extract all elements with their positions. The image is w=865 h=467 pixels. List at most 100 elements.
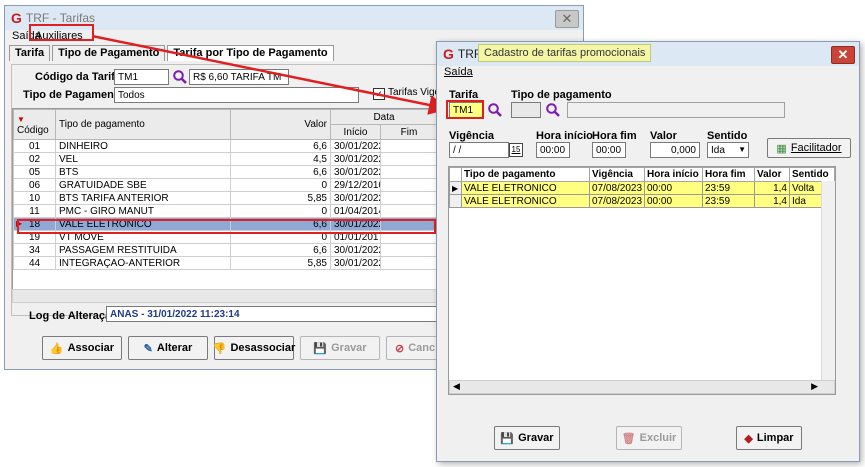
hora-inicio-label: Hora início [536, 130, 593, 142]
cell-fim [380, 204, 438, 218]
cell-fim [380, 191, 438, 205]
cell-vigencia: 07/08/2023 [589, 181, 645, 195]
cell-codigo: 11 [13, 204, 56, 218]
cell-inicio: 30/01/2022 [330, 165, 381, 179]
col-data: Data [330, 109, 438, 125]
cell-tipo: GRATUIDADE SBE [55, 178, 231, 192]
table-row[interactable]: 01 DINHEIRO 6,6 30/01/2022 [13, 139, 438, 153]
col-hora-inicio[interactable]: Hora início [644, 167, 703, 182]
row-indicator: ▶ [449, 181, 462, 195]
cell-tipo: VALE ELETRONICO [461, 181, 590, 195]
cell-tipo: INTEGRAÇAO-ANTERIOR [55, 256, 231, 270]
table-row[interactable]: 44 INTEGRAÇAO-ANTERIOR 5,85 30/01/2022 [13, 256, 438, 270]
cell-fim [380, 165, 438, 179]
gravar-button[interactable]: 💾 Gravar [494, 426, 560, 450]
tipo-pagamento-desc [567, 102, 785, 118]
cell-fim [380, 152, 438, 166]
close-button[interactable]: ✕ [555, 10, 579, 28]
table-row[interactable]: ▶ VALE ELETRONICO 07/08/2023 00:00 23:59 1,4 V… [449, 181, 835, 195]
cell-inicio: 30/01/2022 [330, 256, 381, 270]
search-icon[interactable] [545, 102, 561, 118]
tab-tipo-pagamento[interactable]: Tipo de Pagamento [52, 45, 166, 61]
sentido-label: Sentido [707, 130, 748, 142]
vigencia-input[interactable]: / / [449, 142, 509, 158]
tab-tarifa-por-tipo[interactable]: Tarifa por Tipo de Pagamento [167, 45, 334, 61]
vigentes-checkbox[interactable]: ✓ [373, 88, 385, 100]
window-title: TRF - Tarifas [25, 11, 96, 25]
annotation-box-auxiliares [29, 24, 94, 41]
codigo-tarifa-input[interactable]: TM1 [114, 69, 169, 85]
chevron-right-icon[interactable]: ▶ [811, 381, 818, 392]
col-valor[interactable]: Valor [230, 109, 331, 140]
table-row[interactable]: 06 GRATUIDADE SBE 0 29/12/2010 [13, 178, 438, 192]
col-inicio[interactable]: Início [330, 124, 381, 140]
col-codigo[interactable]: ▼ Código [13, 109, 56, 140]
menu-bar: Saída [437, 66, 859, 80]
thumbs-down-icon: 👎 [212, 342, 227, 355]
col-hora-fim[interactable]: Hora fim [702, 167, 755, 182]
calendar-icon: ▦ [776, 142, 787, 155]
gravar-button-back[interactable]: 💾 Gravar [300, 336, 380, 360]
cell-fim [380, 243, 438, 257]
hora-fim-input[interactable]: 00:00 [592, 142, 626, 158]
limpar-button[interactable]: ◆ Limpar [736, 426, 802, 450]
cell-tipo: PMC - GIRO MANUT [55, 204, 231, 218]
thumbs-up-icon: 👍 [49, 342, 64, 355]
table-row[interactable]: VALE ELETRONICO 07/08/2023 00:00 23:59 1,4 Id… [449, 194, 835, 208]
cell-codigo: 01 [13, 139, 56, 153]
col-valor[interactable]: Valor [754, 167, 790, 182]
col-tipo[interactable]: Tipo de pagamento [55, 109, 231, 140]
chevron-left-icon[interactable]: ◀ [453, 381, 460, 392]
search-icon[interactable] [172, 69, 188, 85]
cell-hora-fim: 23:59 [702, 181, 755, 195]
excluir-button[interactable]: 🗑 Excluir [616, 426, 682, 450]
vigencia-label: Vigência [449, 130, 495, 142]
col-tipo-pagamento[interactable]: Tipo de pagamento [461, 167, 590, 182]
calendar-button[interactable]: 15 [509, 143, 523, 157]
cell-inicio: 01/04/2014 [330, 204, 381, 218]
table-row[interactable]: 11 PMC - GIRO MANUT 0 01/04/2014 [13, 204, 438, 218]
table-row[interactable]: 02 VEL 4,5 30/01/2022 [13, 152, 438, 166]
facilitador-button[interactable]: ▦ Facilitador [767, 138, 851, 158]
hora-inicio-input[interactable]: 00:00 [536, 142, 570, 158]
annotation-box-selected-row [17, 219, 436, 234]
col-fim[interactable]: Fim [380, 124, 438, 140]
desassociar-button[interactable]: 👎 Desassociar [212, 336, 295, 360]
cell-valor: 4,5 [230, 152, 331, 166]
associar-button[interactable]: 👍 Associar [42, 336, 122, 360]
cell-valor: 6,6 [230, 139, 331, 153]
close-button[interactable]: ✕ [831, 46, 855, 64]
cell-tipo: VEL [55, 152, 231, 166]
hora-fim-label: Hora fim [592, 130, 637, 142]
cancel-icon: ⊘ [395, 342, 405, 355]
horizontal-scrollbar[interactable] [12, 289, 439, 303]
chevron-down-icon: ▼ [738, 145, 746, 154]
cell-valor: 1,4 [754, 181, 790, 195]
menu-saida[interactable]: Saída [444, 66, 473, 78]
cell-valor: 0 [230, 204, 331, 218]
cell-inicio: 29/12/2010 [330, 178, 381, 192]
horizontal-scrollbar[interactable]: ◀ ▶ [449, 380, 835, 394]
cell-tipo: BTS TARIFA ANTERIOR [55, 191, 231, 205]
tipo-pagamento-select[interactable]: Todos [114, 87, 359, 103]
vertical-scrollbar[interactable] [821, 181, 835, 380]
eraser-icon: ◆ [744, 432, 753, 445]
cell-hora-inicio: 00:00 [644, 181, 703, 195]
alterar-button[interactable]: ✎ Alterar [128, 336, 208, 360]
app-logo-icon: G [443, 46, 454, 62]
table-row[interactable]: 34 PASSAGEM RESTITUIDA 6,6 30/01/2022 [13, 243, 438, 257]
cell-tipo: DINHEIRO [55, 139, 231, 153]
col-sentido[interactable]: Sentido [789, 167, 835, 182]
cell-codigo: 06 [13, 178, 56, 192]
sentido-select[interactable]: Ida ▼ [707, 142, 749, 158]
valor-input[interactable]: 0,000 [650, 142, 700, 158]
tab-tarifa[interactable]: Tarifa [9, 45, 51, 61]
table-row[interactable]: 10 BTS TARIFA ANTERIOR 5,85 30/01/2022 [13, 191, 438, 205]
cell-fim [380, 256, 438, 270]
tipo-pagamento-input[interactable] [511, 102, 541, 118]
annotation-box-tarifa [446, 100, 484, 119]
table-row[interactable]: 05 BTS 6,6 30/01/2022 [13, 165, 438, 179]
col-vigencia[interactable]: Vigência [589, 167, 645, 182]
log-alteracao-label: Log de Alteração [29, 310, 118, 322]
search-icon[interactable] [487, 102, 503, 118]
